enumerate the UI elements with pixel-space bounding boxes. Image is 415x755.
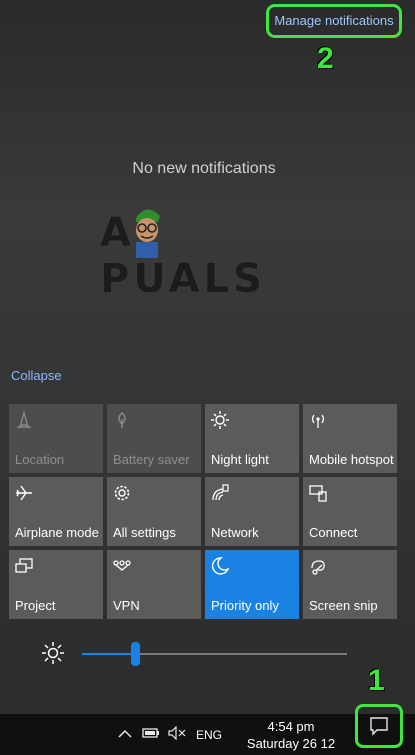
action-center-panel: Manage notifications 2 No new notificati… — [0, 0, 415, 714]
tile-all-settings[interactable]: All settings — [107, 477, 201, 546]
watermark-text: A PUALS — [100, 210, 266, 302]
tile-label: VPN — [113, 598, 140, 613]
vpn-icon — [113, 560, 131, 571]
tile-connect[interactable]: Connect — [303, 477, 397, 546]
watermark-logo: A PUALS — [100, 209, 315, 302]
quick-actions-grid: Location Battery saver Night light Mobil… — [9, 404, 401, 619]
tile-label: Battery saver — [113, 452, 190, 467]
callout-number-2: 2 — [317, 42, 334, 75]
battery-saver-icon — [118, 412, 126, 428]
tile-label: Connect — [309, 525, 358, 540]
brightness-icon — [211, 411, 229, 429]
tile-label: Location — [15, 452, 65, 467]
tile-label: All settings — [113, 525, 176, 540]
hotspot-icon — [311, 414, 325, 428]
screen-snip-icon — [311, 560, 325, 575]
airplane-icon — [16, 485, 32, 501]
gear-icon — [114, 485, 130, 501]
slider-track[interactable] — [82, 653, 347, 655]
tile-label: Project — [15, 598, 56, 613]
mascot-icon — [136, 209, 160, 258]
tile-mobile-hotspot[interactable]: Mobile hotspot — [303, 404, 397, 473]
slider-fill — [82, 653, 135, 655]
slider-thumb[interactable] — [131, 642, 140, 666]
connect-icon — [309, 485, 327, 502]
battery-icon[interactable] — [142, 726, 160, 742]
tile-label: Airplane mode — [15, 525, 99, 540]
collapse-link[interactable]: Collapse — [11, 368, 62, 383]
tile-screen-snip[interactable]: Screen snip — [303, 550, 397, 619]
brightness-icon — [42, 642, 64, 664]
tile-network[interactable]: Network — [205, 477, 299, 546]
project-icon — [15, 558, 33, 573]
tile-priority-only[interactable]: Priority only — [205, 550, 299, 619]
clock[interactable]: 4:54 pm Saturday 26 12 2020 — [232, 718, 350, 755]
tile-airplane-mode[interactable]: Airplane mode — [9, 477, 103, 546]
tile-label: Network — [211, 525, 259, 540]
location-icon — [17, 411, 31, 429]
volume-muted-icon[interactable] — [168, 725, 186, 743]
tile-label: Screen snip — [309, 598, 378, 613]
tile-location[interactable]: Location — [9, 404, 103, 473]
tile-label: Priority only — [211, 598, 279, 613]
brightness-slider[interactable] — [42, 642, 352, 666]
language-indicator[interactable]: ENG — [196, 728, 222, 742]
moon-icon — [211, 557, 229, 575]
tile-battery-saver[interactable]: Battery saver — [107, 404, 201, 473]
show-hidden-icons-chevron-icon[interactable] — [118, 726, 132, 742]
tile-label: Mobile hotspot — [309, 452, 394, 467]
action-center-button[interactable] — [355, 704, 403, 748]
network-icon — [212, 484, 229, 501]
manage-notifications-link[interactable]: Manage notifications — [266, 4, 402, 38]
callout-number-1: 1 — [368, 664, 385, 697]
notification-icon — [370, 717, 388, 736]
clock-time: 4:54 pm — [267, 719, 315, 734]
tile-project[interactable]: Project — [9, 550, 103, 619]
taskbar: ENG 4:54 pm Saturday 26 12 2020 — [0, 714, 415, 755]
clock-date: Saturday 26 12 2020 — [246, 736, 336, 755]
no-notifications-message: No new notifications — [132, 160, 276, 177]
tile-night-light[interactable]: Night light — [205, 404, 299, 473]
tile-label: Night light — [211, 452, 269, 467]
tile-vpn[interactable]: VPN — [107, 550, 201, 619]
